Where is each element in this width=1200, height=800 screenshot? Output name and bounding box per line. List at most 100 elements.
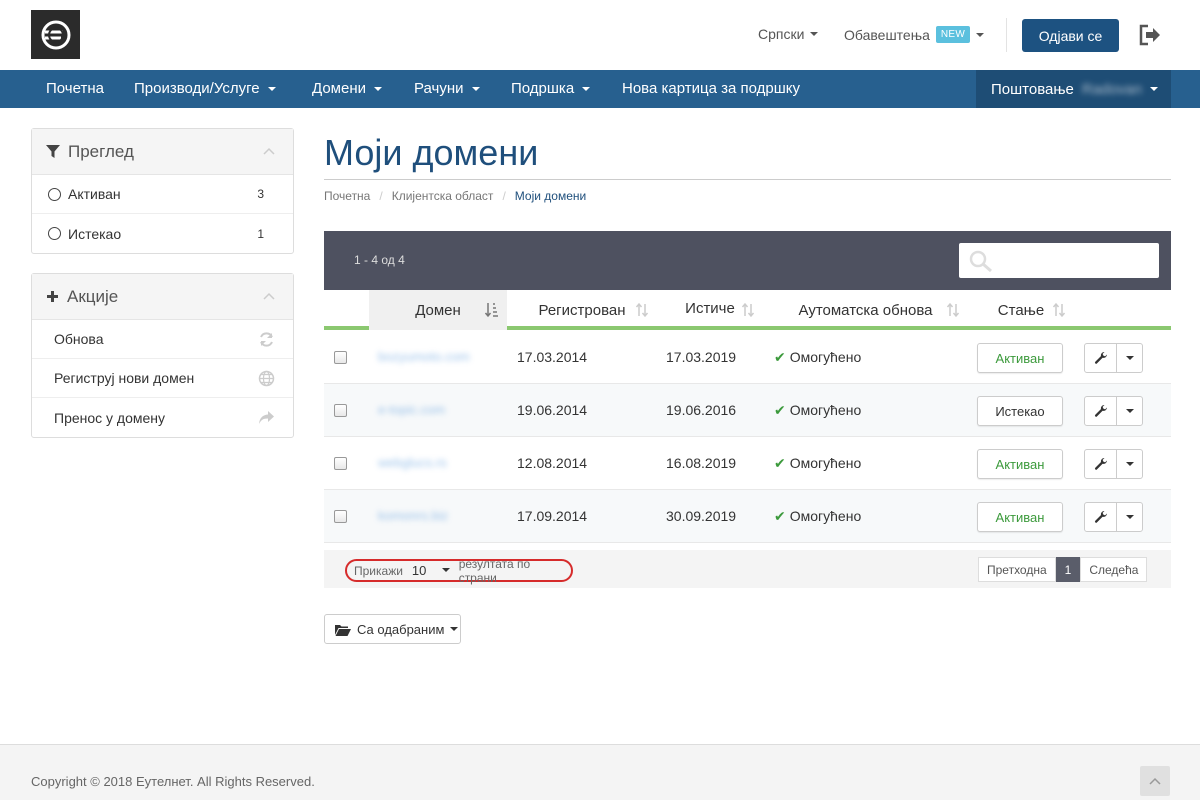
action-register-domain[interactable]: Региструј нови домен [32,359,293,398]
table-row[interactable]: komonrs.biz 17.09.2014 30.09.2019 ✔ Омогу… [324,490,1171,543]
row-actions [1084,343,1143,373]
manage-button[interactable] [1085,344,1117,372]
column-expires-label: Истиче [685,300,735,317]
logout-button[interactable]: Одјави се [1022,19,1119,52]
row-actions-dropdown[interactable] [1117,503,1142,531]
domain-link[interactable]: bozyumoto.com [378,349,470,364]
auto-renew-status: ✔ Омогућено [774,402,861,419]
domain-link[interactable]: e-topic.com [378,402,445,417]
column-domain[interactable]: Домен [369,290,507,330]
nav-domains[interactable]: Домени [312,70,382,108]
nav-new-ticket[interactable]: Нова картица за подршку [622,70,800,108]
manage-button[interactable] [1085,397,1117,425]
wrench-icon [1094,457,1107,470]
action-renew[interactable]: Обнова [32,320,293,359]
nav-products[interactable]: Производи/Услуге [134,70,276,108]
domain-link[interactable]: webglucs.rs [378,455,447,470]
table-row[interactable]: webglucs.rs 12.08.2014 16.08.2019 ✔ Омогу… [324,437,1171,490]
account-dropdown[interactable]: Поштовање Radovan [976,70,1171,108]
pager-next-button[interactable]: Следећа [1080,557,1148,582]
chevron-down-icon [1149,87,1158,91]
breadcrumb-client-area[interactable]: Клијентска област [392,189,494,203]
chevron-down-icon [441,568,450,572]
auto-renew-label: Омогућено [789,455,862,471]
row-actions-dropdown[interactable] [1117,344,1142,372]
column-registered[interactable]: Регистрован [507,290,657,330]
filter-active[interactable]: Активан 3 [32,175,293,214]
radio-icon[interactable] [48,187,61,201]
results-range: 1 - 4 од 4 [354,253,405,267]
table-search-input[interactable] [959,243,1159,278]
row-checkbox[interactable] [334,510,347,523]
manage-button[interactable] [1085,450,1117,478]
table-footer: Прикажи 10 резултата по страни Претходна… [324,550,1171,588]
auto-renew-label: Омогућено [789,508,862,524]
row-checkbox[interactable] [334,404,347,417]
column-auto-renew-label: Аутоматска обнова [798,301,933,319]
status-badge[interactable]: Активан [977,502,1063,532]
overview-panel-header[interactable]: Преглед [32,129,293,175]
chevron-down-icon [810,32,819,36]
with-selected-button[interactable]: Са одабраним [324,614,461,644]
status-badge[interactable]: Активан [977,449,1063,479]
greeting-label: Поштовање [991,80,1074,98]
pager-page-current[interactable]: 1 [1055,557,1081,582]
column-expires[interactable]: Истиче [657,290,763,330]
action-transfer-label: Пренос у домену [54,409,166,426]
radio-icon[interactable] [48,227,61,240]
action-transfer-domain[interactable]: Пренос у домену [32,398,293,437]
chevron-down-icon [267,87,276,91]
pager-previous-button[interactable]: Претходна [978,557,1056,582]
per-page-select[interactable]: 10 [412,563,450,578]
auto-renew-label: Омогућено [789,349,862,365]
nav-home[interactable]: Почетна [46,70,104,108]
chevron-up-icon[interactable] [263,147,275,155]
logo-mark-icon [41,20,70,49]
back-to-top-button[interactable] [1140,766,1170,796]
language-dropdown[interactable]: Српски [758,26,819,42]
row-actions-dropdown[interactable] [1117,450,1142,478]
table-row[interactable]: bozyumoto.com 17.03.2014 17.03.2019 ✔ Омо… [324,331,1171,384]
status-badge[interactable]: Активан [977,343,1063,373]
nav-support-label: Подршка [511,80,575,97]
registered-date: 17.09.2014 [517,508,588,524]
with-selected-label: Са одабраним [357,621,445,637]
column-auto-renew[interactable]: Аутоматска обнова [763,290,968,330]
notifications-dropdown[interactable]: Обавештења NEW [844,26,985,43]
filter-active-label: Активан [68,186,121,202]
chevron-down-icon [582,87,591,91]
status-badge[interactable]: Истекао [977,396,1063,426]
filter-active-count: 3 [257,187,264,201]
chevron-up-icon[interactable] [263,292,275,300]
actions-panel-header[interactable]: Акције [32,274,293,320]
notifications-label: Обавештења [844,26,930,43]
domain-link[interactable]: komonrs.biz [378,508,448,523]
per-page-value: 10 [411,563,427,578]
row-actions [1084,502,1143,532]
sort-icon [635,302,649,318]
manage-button[interactable] [1085,503,1117,531]
column-status[interactable]: Стање [968,290,1074,330]
actions-title: Акције [67,286,119,306]
copyright-text: Copyright © 2018 Еутелнет. All Rights Re… [31,774,315,789]
nav-support[interactable]: Подршка [511,70,591,108]
row-checkbox[interactable] [334,351,347,364]
table-row[interactable]: e-topic.com 19.06.2014 19.06.2016 ✔ Омогу… [324,384,1171,437]
column-domain-label: Домен [415,301,461,319]
main-navbar: Почетна Производи/Услуге Домени Рачуни П… [0,70,1200,108]
nav-domains-label: Домени [312,80,366,97]
page-footer: Copyright © 2018 Еутелнет. All Rights Re… [0,744,1200,800]
wrench-icon [1094,510,1107,523]
company-logo[interactable] [31,10,80,59]
filter-expired-label: Истекао [68,225,122,242]
sign-out-icon[interactable] [1138,24,1162,46]
registered-date: 19.06.2014 [517,402,588,418]
row-checkbox[interactable] [334,457,347,470]
breadcrumb-home[interactable]: Почетна [324,189,370,203]
filter-expired-count: 1 [257,226,264,241]
nav-invoices[interactable]: Рачуни [414,70,480,108]
row-actions-dropdown[interactable] [1117,397,1142,425]
check-icon: ✔ [774,402,786,418]
column-status-label: Стање [997,301,1045,319]
filter-expired[interactable]: Истекао 1 [32,214,293,253]
